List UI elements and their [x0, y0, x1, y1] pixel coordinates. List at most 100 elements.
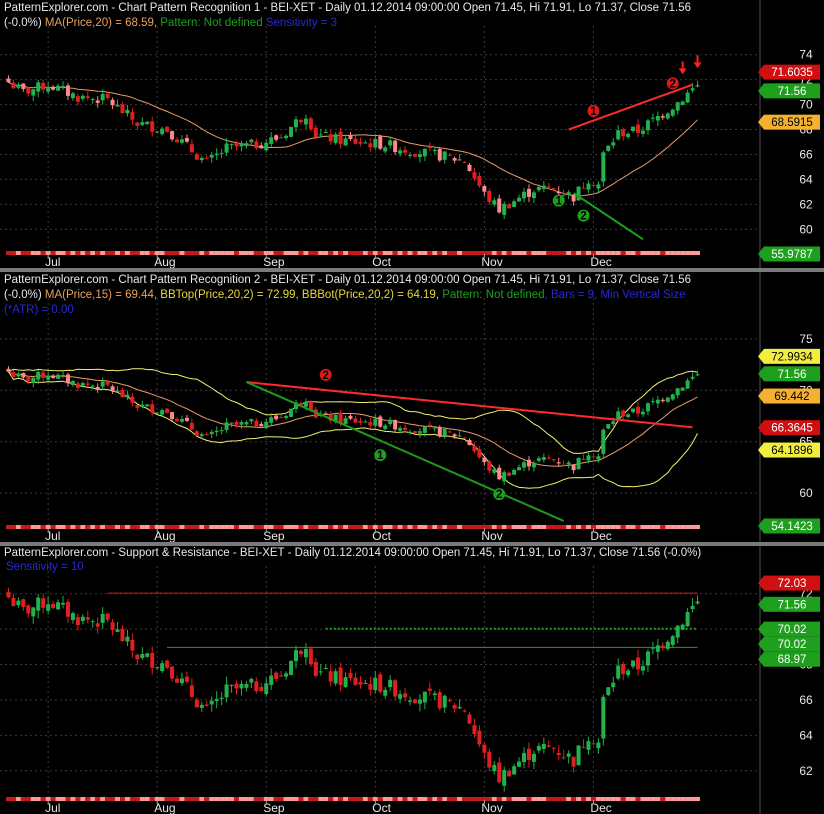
status-strip-cell	[471, 525, 477, 529]
status-strip-cell	[695, 251, 701, 255]
status-strip-cell	[90, 797, 96, 801]
candle-body	[403, 149, 408, 153]
panel3-ohlc: Daily 01.12.2014 09:00:00 Open 71.45, Hi…	[294, 547, 661, 559]
candle-body	[11, 82, 16, 89]
status-strip-cell	[243, 251, 249, 255]
candle-body	[234, 142, 239, 147]
candle-body	[611, 142, 616, 146]
status-strip-cell	[521, 251, 527, 255]
candle-body	[80, 95, 85, 99]
status-strip-cell	[234, 797, 240, 801]
status-strip-cell	[90, 251, 96, 255]
status-strip-cell	[129, 797, 135, 801]
candle-body	[120, 390, 125, 398]
status-strip-cell	[417, 525, 423, 529]
candle-body	[204, 434, 209, 436]
candle-body	[70, 613, 75, 621]
status-strip-cell	[670, 797, 676, 801]
sell-arrow-icon	[678, 68, 687, 75]
status-strip-cell	[357, 797, 363, 801]
candle-body	[130, 639, 135, 651]
status-strip-cell	[80, 525, 86, 529]
candle-body	[21, 372, 26, 378]
price-tag-trend-red-text: 66.3645	[771, 423, 813, 435]
status-strip-cell	[75, 797, 81, 801]
status-strip-cell	[630, 525, 636, 529]
status-strip-cell	[318, 251, 324, 255]
status-strip-cell	[412, 251, 418, 255]
x-tick-label: Jul	[45, 529, 60, 542]
candle-body	[611, 421, 616, 425]
panel2-bbbot-label: BBBot(Price,20,2) = 64.19,	[301, 289, 440, 301]
status-strip-cell	[110, 251, 116, 255]
candle-body	[214, 698, 219, 702]
candle-body	[259, 145, 264, 149]
candle-body	[333, 671, 338, 684]
y-tick-label: 70	[799, 98, 813, 112]
status-strip-cell	[452, 525, 458, 529]
status-strip-cell	[531, 525, 537, 529]
candle-body	[417, 699, 422, 704]
status-strip-cell	[204, 525, 210, 529]
candle-body	[16, 600, 21, 606]
candle-body	[640, 411, 645, 415]
status-strip-cell	[466, 525, 472, 529]
candle-body	[640, 666, 645, 671]
candle-body	[70, 380, 75, 386]
candle-body	[482, 185, 487, 192]
status-strip-cell	[298, 797, 304, 801]
candle-body	[427, 688, 432, 691]
status-strip-cell	[442, 525, 448, 529]
candle-body	[398, 150, 403, 154]
status-strip-cell	[184, 251, 190, 255]
candle-body	[239, 422, 244, 425]
candle-body	[130, 396, 135, 403]
candle-body	[165, 126, 170, 132]
y-tick-label: 66	[799, 693, 813, 707]
candle-body	[536, 186, 541, 191]
candle-body	[388, 140, 393, 146]
status-strip-cell	[625, 525, 631, 529]
candle-body	[61, 86, 66, 88]
ma15-line	[8, 371, 698, 467]
candle-body	[239, 143, 244, 147]
status-strip-cell	[526, 797, 532, 801]
status-strip-cell	[65, 525, 71, 529]
status-strip-cell	[675, 797, 681, 801]
candle-body	[75, 617, 80, 626]
status-strip-cell	[680, 251, 686, 255]
status-strip-cell	[650, 525, 656, 529]
status-strip-cell	[576, 797, 582, 801]
candle-body	[452, 704, 457, 709]
status-strip-cell	[110, 797, 116, 801]
candle-body	[437, 149, 442, 161]
panel2-pattern-label: Pattern: Not defined	[442, 289, 545, 301]
candle-body	[348, 415, 353, 419]
status-strip-cell	[675, 525, 681, 529]
status-strip-cell	[581, 525, 587, 529]
candle-body	[269, 675, 274, 686]
candle-body	[447, 431, 452, 433]
status-strip-cell	[179, 797, 185, 801]
status-strip-cell	[248, 251, 254, 255]
price-tag-support-low-arrow	[758, 651, 764, 667]
candle-body	[408, 431, 413, 433]
status-strip-cell	[313, 251, 319, 255]
price-tag-close-arrow	[758, 83, 764, 99]
status-strip-cell	[124, 525, 130, 529]
candle-body	[690, 605, 695, 610]
candle-body	[353, 677, 358, 685]
trendline-green	[246, 381, 565, 522]
candle-body	[546, 745, 551, 747]
candle-body	[125, 109, 130, 114]
candle-body	[408, 154, 413, 156]
candle-body	[303, 401, 308, 407]
status-strip-cell	[412, 797, 418, 801]
status-strip-cell	[323, 797, 329, 801]
candle-body	[412, 431, 417, 434]
candle-body	[526, 459, 531, 467]
candle-body	[601, 429, 606, 454]
candle-body	[621, 410, 626, 417]
candle-body	[343, 418, 348, 424]
candle-body	[551, 459, 556, 461]
